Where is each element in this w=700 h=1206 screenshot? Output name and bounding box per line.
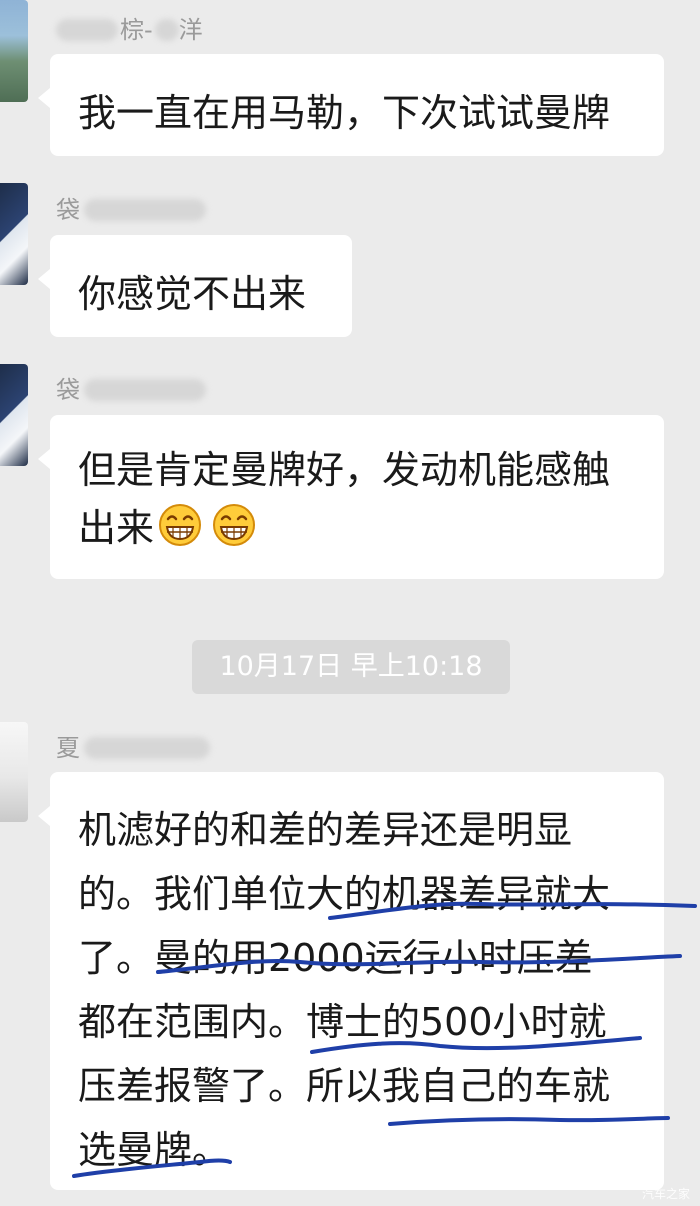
watermark: 汽车之家 bbox=[641, 1187, 690, 1201]
grin-emoji-icon bbox=[213, 504, 256, 546]
message-text-line-3: 了。曼的用2000运行小时压差 bbox=[78, 936, 593, 980]
sender-name: 袋 bbox=[56, 194, 206, 226]
message-text-line-2: 的。我们单位大的机器差异就大 bbox=[78, 872, 611, 916]
avatar[interactable] bbox=[0, 0, 28, 102]
message-bubble[interactable]: 但是肯定曼牌好，发动机能感触 出来 bbox=[38, 415, 664, 579]
message-text-line-6: 选曼牌。 bbox=[78, 1128, 231, 1172]
message-text-line-2-text: 出来 bbox=[78, 506, 155, 550]
message-text: 你感觉不出来 bbox=[78, 272, 307, 316]
message-bubble[interactable]: 你感觉不出来 bbox=[38, 235, 352, 337]
message-text-line-1: 但是肯定曼牌好，发动机能感触 bbox=[78, 448, 611, 492]
message-text: 我一直在用马勒，下次试试曼牌 bbox=[78, 91, 611, 135]
redacted-name-blur bbox=[84, 379, 206, 401]
message-text-line-4: 都在范围内。博士的500小时就 bbox=[78, 1000, 607, 1044]
timestamp-badge: 10月17日 早上10:18 bbox=[192, 640, 510, 694]
redacted-name-blur bbox=[84, 199, 206, 221]
sender-name-text: 袋 bbox=[56, 196, 80, 224]
sender-name: 夏 bbox=[56, 732, 210, 764]
redacted-name-blur bbox=[154, 19, 179, 41]
sender-name-text: 夏 bbox=[56, 734, 80, 762]
message-text-line-5: 压差报警了。所以我自己的车就 bbox=[78, 1064, 611, 1108]
message-bubble[interactable]: 我一直在用马勒，下次试试曼牌 bbox=[38, 54, 664, 156]
redacted-name-blur bbox=[84, 737, 210, 759]
message-text-line-1: 机滤好的和差的差异还是明显 bbox=[78, 808, 573, 852]
redacted-name-blur bbox=[56, 19, 118, 41]
sender-name-suffix: 洋 bbox=[178, 16, 203, 44]
sender-name-text: 棕- bbox=[120, 16, 153, 44]
sender-name: 袋 bbox=[56, 374, 206, 406]
message-text-line-2: 出来 bbox=[78, 499, 664, 557]
message-bubble[interactable]: 机滤好的和差的差异还是明显 的。我们单位大的机器差异就大 了。曼的用2000运行… bbox=[38, 772, 664, 1190]
avatar[interactable] bbox=[0, 183, 28, 285]
avatar[interactable] bbox=[0, 364, 28, 466]
sender-name: 棕- 洋 bbox=[56, 14, 203, 46]
avatar[interactable] bbox=[0, 722, 28, 822]
grin-emoji-icon bbox=[159, 504, 202, 546]
sender-name-text: 袋 bbox=[56, 376, 80, 404]
